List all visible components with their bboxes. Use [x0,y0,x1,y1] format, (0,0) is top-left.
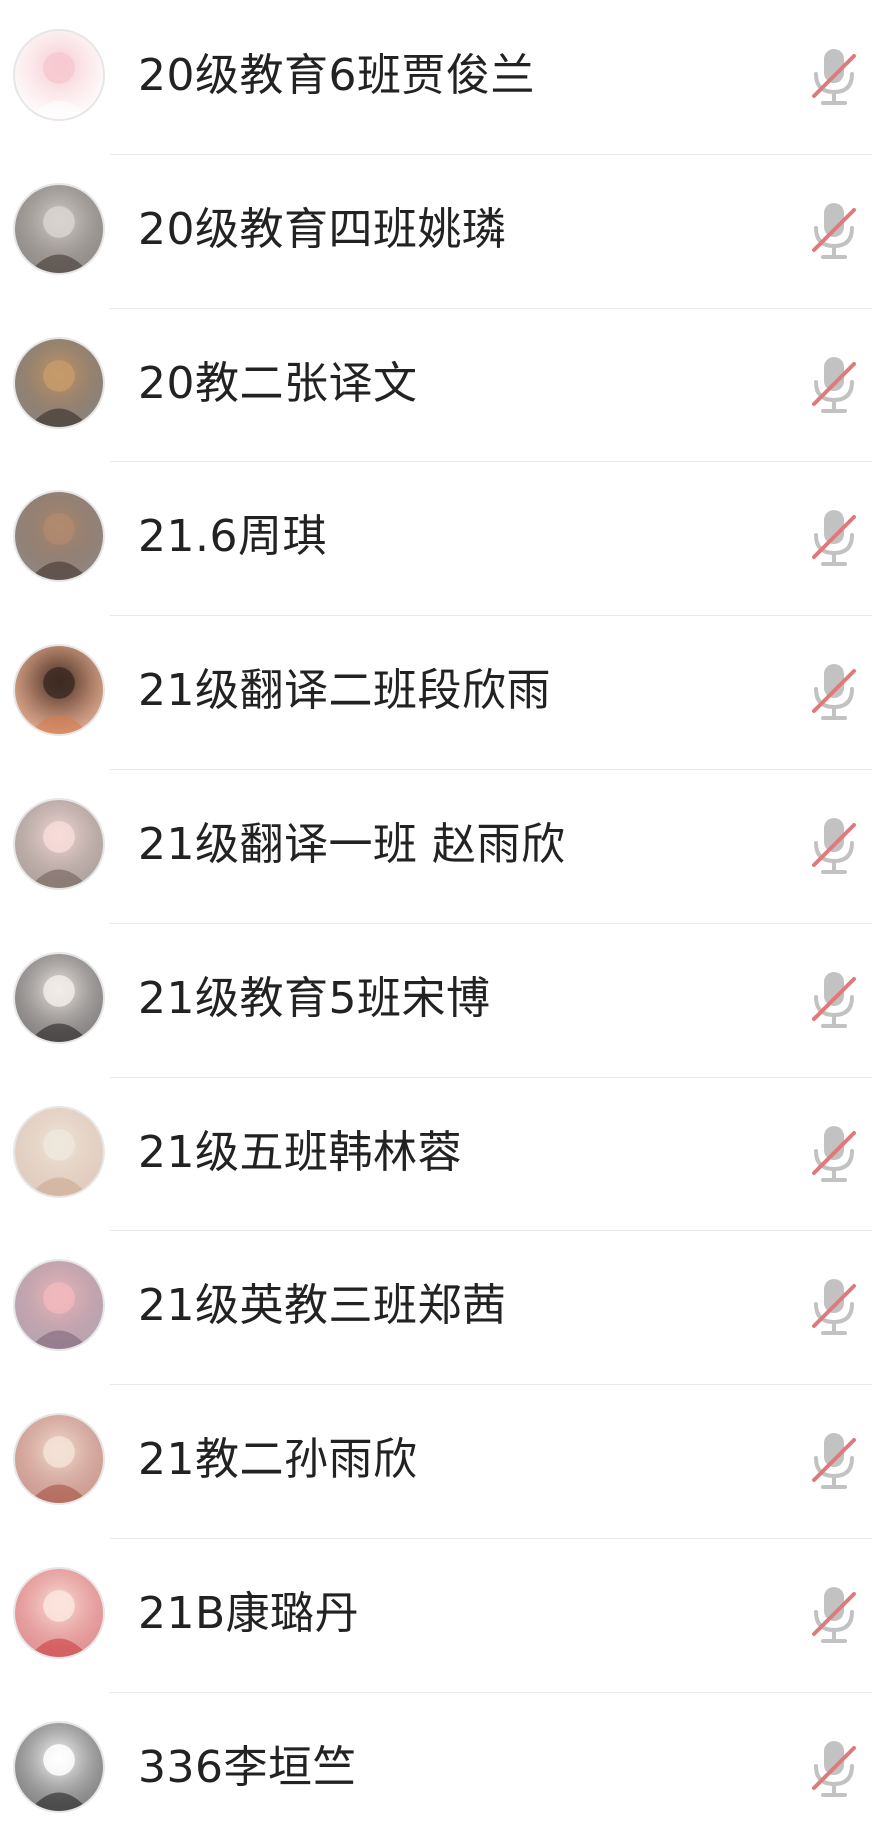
microphone-muted-icon[interactable] [808,815,860,877]
cartoon-pink-face-avatar[interactable] [13,29,105,121]
street-photo-avatar[interactable] [13,490,105,583]
night-scene-avatar[interactable] [13,644,105,737]
microphone-muted-icon[interactable] [808,46,860,108]
participant-name: 21级英教三班郑茜 [138,1280,507,1332]
participant-row[interactable]: 20教二张译文 [0,307,872,462]
participant-row[interactable]: 21级翻译二班段欣雨 [0,615,872,769]
participant-row[interactable]: 21级五班韩林蓉 [0,1076,872,1231]
participant-row[interactable]: 21级英教三班郑茜 [0,1230,872,1384]
person-photo-avatar[interactable] [13,336,105,429]
microphone-muted-icon[interactable] [808,1738,860,1800]
microphone-muted-icon[interactable] [808,969,860,1031]
participant-name: 21.6周琪 [138,511,327,563]
participant-name: 336李垣竺 [138,1741,357,1793]
participant-row[interactable]: 20级教育四班姚璘 [0,153,872,308]
participant-row[interactable]: 21级翻译一班 赵雨欣 [0,768,872,923]
cartoon-bored-face-avatar[interactable] [13,797,105,890]
line-art-girl-avatar[interactable] [13,1720,105,1813]
pink-sky-avatar[interactable] [13,1259,105,1352]
participant-row[interactable]: 336李垣竺 [0,1691,872,1846]
microphone-muted-icon[interactable] [808,354,860,416]
microphone-muted-icon[interactable] [808,661,860,723]
microphone-muted-icon[interactable] [808,1584,860,1646]
microphone-muted-icon[interactable] [808,1123,860,1185]
participant-name: 21级教育5班宋博 [138,972,491,1024]
pale-cartoon-avatar[interactable] [13,1105,105,1198]
child-photo-avatar[interactable] [13,182,105,275]
participant-name: 21级翻译一班 赵雨欣 [138,818,566,870]
cartoon-red-bow-avatar[interactable] [13,1566,105,1659]
microphone-muted-icon[interactable] [808,200,860,262]
participant-name: 20级教育6班贾俊兰 [138,50,535,101]
participant-name: 20级教育四班姚璘 [138,203,507,255]
participant-row[interactable]: 20级教育6班贾俊兰 [0,0,872,154]
microphone-muted-icon[interactable] [808,1276,860,1338]
participant-list: 20级教育6班贾俊兰 20级教育四班姚璘 20教二张译文 21.6周琪 21级翻… [0,0,872,1836]
participant-name: 20教二张译文 [138,357,418,409]
microphone-muted-icon[interactable] [808,507,860,569]
participant-name: 21教二孙雨欣 [138,1434,418,1486]
participant-name: 21B康璐丹 [138,1587,360,1639]
participant-row[interactable]: 21B康璐丹 [0,1537,872,1692]
illustrated-girl-avatar[interactable] [13,1413,105,1506]
girl-portrait-avatar[interactable] [13,951,105,1044]
participant-name: 21级五班韩林蓉 [138,1126,462,1178]
participant-row[interactable]: 21.6周琪 [0,461,872,615]
participant-name: 21级翻译二班段欣雨 [138,665,551,717]
participant-row[interactable]: 21教二孙雨欣 [0,1384,872,1538]
participant-row[interactable]: 21级教育5班宋博 [0,922,872,1077]
microphone-muted-icon[interactable] [808,1430,860,1492]
